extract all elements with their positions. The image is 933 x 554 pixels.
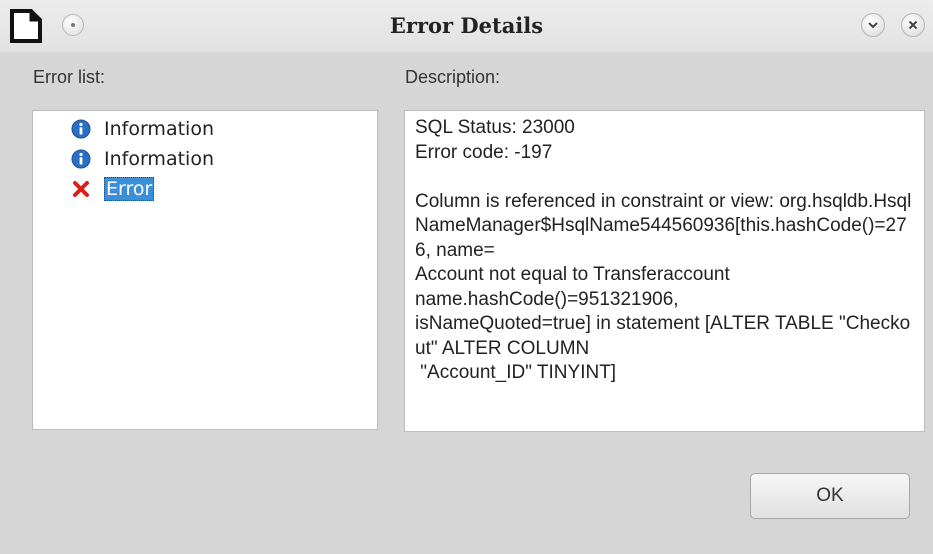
- info-icon: [71, 119, 91, 139]
- description-text-area[interactable]: SQL Status: 23000 Error code: -197 Colum…: [404, 110, 925, 432]
- list-item-label: Error: [104, 177, 155, 201]
- dialog-title: Error Details: [389, 13, 544, 38]
- list-item[interactable]: Information: [71, 146, 214, 172]
- title-bar: Error Details: [0, 0, 933, 52]
- info-icon: [71, 149, 91, 169]
- error-list-label: Error list:: [33, 67, 105, 87]
- list-item[interactable]: Information: [71, 116, 214, 142]
- ok-button[interactable]: OK: [750, 473, 910, 519]
- list-item-label: Information: [104, 118, 214, 140]
- list-item-label: Information: [104, 148, 214, 170]
- ok-button-label: OK: [816, 485, 844, 506]
- error-list[interactable]: Information Information Error: [32, 110, 378, 430]
- minimize-button[interactable]: [861, 13, 885, 37]
- error-x-icon: [73, 181, 89, 197]
- close-icon: [908, 20, 918, 30]
- close-button[interactable]: [901, 13, 925, 37]
- list-item-selected[interactable]: Error: [71, 176, 155, 202]
- description-text: SQL Status: 23000 Error code: -197 Colum…: [415, 117, 912, 383]
- chevron-down-icon: [868, 22, 878, 29]
- description-label: Description:: [405, 67, 501, 87]
